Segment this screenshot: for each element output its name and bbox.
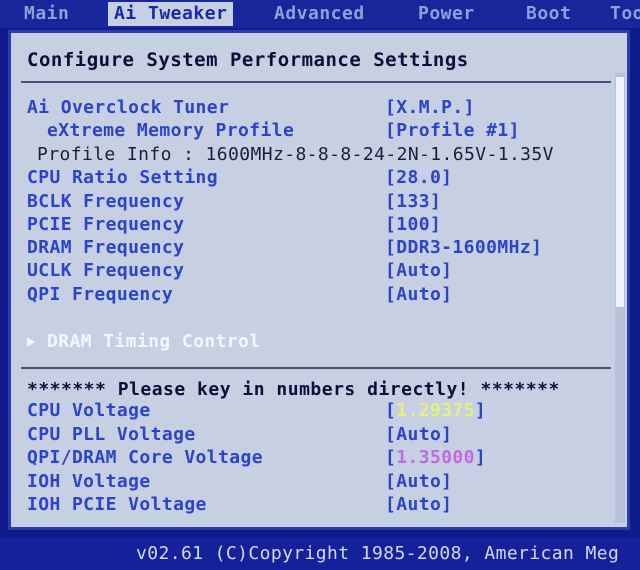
setting-label: CPU Voltage <box>27 400 151 421</box>
setting-value[interactable]: [1.35000] <box>385 447 486 469</box>
tab-main[interactable]: Main <box>24 2 69 26</box>
section-divider <box>21 367 611 369</box>
page-title: Configure System Performance Settings <box>27 49 469 71</box>
setting-label: UCLK Frequency <box>27 260 185 281</box>
bracket-left: [ <box>385 447 397 468</box>
bracket-right: ] <box>474 400 487 421</box>
setting-value[interactable]: [100] <box>385 214 441 236</box>
profile-info-text: Profile Info : 1600MHz-8-8-8-24-2N-1.65V… <box>37 144 554 165</box>
settings-panel: Configure System Performance Settings Ai… <box>8 30 630 530</box>
setting-value[interactable]: [DDR3-1600MHz] <box>385 237 542 259</box>
setting-value[interactable]: [133] <box>385 191 441 213</box>
triangle-right-icon <box>27 337 35 347</box>
bracket-right: ] <box>474 447 487 468</box>
setting-value[interactable]: [X.M.P.] <box>385 97 475 119</box>
copyright-text: v02.61 (C)Copyright 1985-2008, American … <box>136 543 620 564</box>
scrollbar-thumb[interactable] <box>616 77 624 307</box>
setting-value[interactable]: [Auto] <box>385 424 452 446</box>
menu-tab-bar: Main Ai Tweaker Advanced Power Boot Tool… <box>0 0 640 28</box>
qpi-dram-voltage-value: 1.35000 <box>396 447 475 468</box>
setting-value[interactable]: [28.0] <box>385 167 452 189</box>
setting-label: IOH PCIE Voltage <box>27 494 207 515</box>
setting-label: eXtreme Memory Profile <box>47 120 295 141</box>
setting-label: DRAM Frequency <box>27 237 185 258</box>
cpu-voltage-value: 1.29375 <box>396 400 475 421</box>
tab-ai-tweaker[interactable]: Ai Tweaker <box>108 2 234 26</box>
setting-value[interactable]: [Auto] <box>385 494 452 516</box>
setting-value[interactable]: [1.29375] <box>385 400 486 422</box>
setting-value[interactable]: [Auto] <box>385 471 452 493</box>
notice-text: ******* Please key in numbers directly! … <box>27 379 560 400</box>
title-divider <box>21 81 611 83</box>
scrollbar[interactable] <box>615 73 625 523</box>
submenu-item[interactable]: DRAM Timing Control <box>27 331 261 353</box>
setting-value[interactable]: [Auto] <box>385 260 452 282</box>
footer-bar: v02.61 (C)Copyright 1985-2008, American … <box>0 537 640 570</box>
setting-value[interactable]: [Auto] <box>385 284 452 306</box>
setting-label: QPI Frequency <box>27 284 174 305</box>
setting-label: CPU PLL Voltage <box>27 424 196 445</box>
bracket-left: [ <box>385 400 397 421</box>
setting-label: IOH Voltage <box>27 471 151 492</box>
setting-label: CPU Ratio Setting <box>27 167 219 188</box>
tab-boot[interactable]: Boot <box>526 2 571 26</box>
setting-label: Ai Overclock Tuner <box>27 97 230 118</box>
tab-advanced[interactable]: Advanced <box>274 2 365 26</box>
setting-label: BCLK Frequency <box>27 191 185 212</box>
submenu-label: DRAM Timing Control <box>47 331 261 352</box>
setting-label: QPI/DRAM Core Voltage <box>27 447 263 468</box>
tab-power[interactable]: Power <box>418 2 475 26</box>
setting-label: PCIE Frequency <box>27 214 185 235</box>
tab-tools[interactable]: Tools <box>610 2 640 26</box>
setting-value[interactable]: [Profile #1] <box>385 120 520 142</box>
